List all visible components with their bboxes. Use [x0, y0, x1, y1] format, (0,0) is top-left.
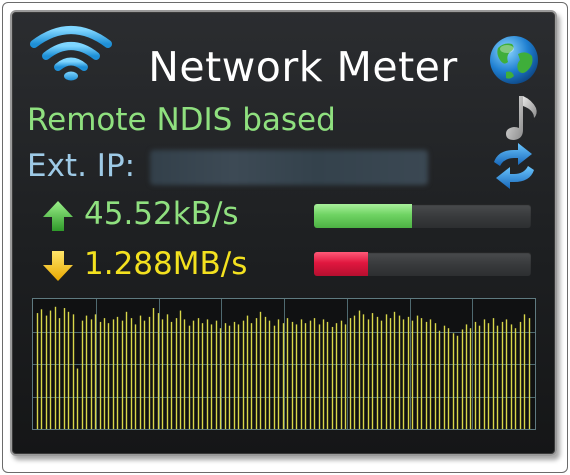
music-note-icon[interactable] [502, 92, 542, 144]
refresh-icon[interactable] [490, 140, 538, 194]
upload-arrow-icon [43, 201, 73, 231]
download-arrow-icon [43, 251, 73, 281]
traffic-history-graph [32, 298, 536, 430]
wifi-icon [30, 26, 112, 81]
provider-label: Remote NDIS based [27, 102, 336, 138]
download-meter-fill [314, 252, 369, 276]
ext-ip-value [150, 150, 428, 185]
ext-ip-label: Ext. IP: [27, 148, 136, 184]
upload-meter-fill [314, 204, 412, 228]
app-title: Network Meter [148, 43, 458, 91]
upload-meter-bar [314, 204, 531, 228]
traffic-graph-canvas [33, 299, 535, 429]
download-speed-value: 1.288MB/s [84, 246, 248, 282]
globe-icon[interactable] [488, 34, 540, 86]
upload-speed-value: 45.52kB/s [84, 196, 239, 232]
download-meter-bar [314, 252, 531, 276]
